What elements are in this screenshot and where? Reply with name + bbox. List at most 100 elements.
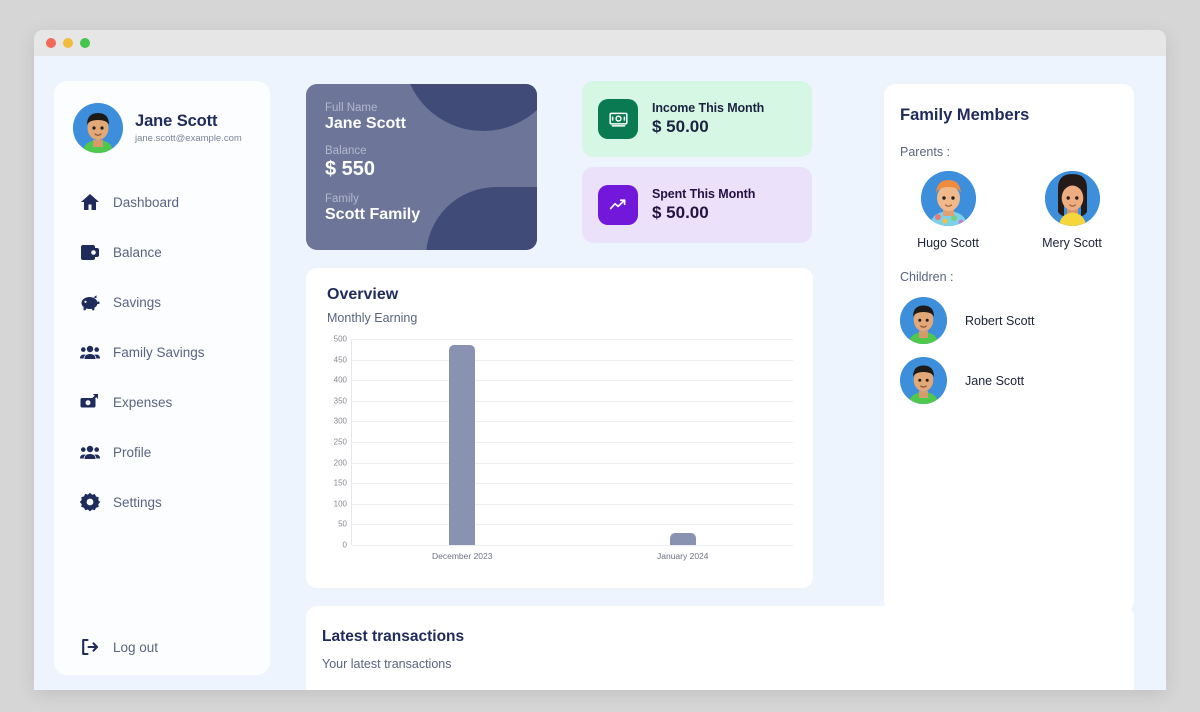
chart-bar[interactable] [669,533,696,545]
family-member[interactable]: Hugo Scott [900,171,996,250]
overview-card: Overview Monthly Earning 0 50 100 150 200 250… [306,268,813,588]
income-card: Income This Month $ 50.00 [582,81,812,157]
chart-plot-area: 0 50 100 150 200 250 300 350 400 450 500 December 2… [334,335,793,561]
family-member-name: Jane Scott [965,373,1025,388]
chart-y-tick-label: 100 [333,499,347,509]
sidebar-item-savings[interactable]: Savings [54,277,270,327]
chart-y-tick-label: 50 [338,519,347,529]
minimize-window-button[interactable] [63,38,73,48]
monthly-earning-chart: 0 50 100 150 200 250 300 350 400 450 500 December 2… [320,335,793,569]
chart-x-tick-label: December 2023 [432,551,493,561]
gear-icon [80,492,100,512]
full-name-label: Full Name [325,102,378,114]
profile-text: Jane Scott jane.scott@example.com [135,111,242,145]
sidebar-item-balance[interactable]: Balance [54,227,270,277]
avatar [73,103,123,153]
chart-y-tick-label: 250 [333,437,347,447]
chart-gridline: 350 [334,396,793,405]
chart-gridline: 50 [338,520,793,529]
family-member-name: Robert Scott [965,313,1035,328]
users-group-icon [80,442,100,462]
income-text: Income This Month $ 50.00 [652,101,764,137]
banknote-icon [598,99,638,139]
stat-cards-column: Income This Month $ 50.00 Spent This Mon… [582,81,812,243]
sidebar-item-label: Savings [113,294,162,310]
family-value: Scott Family [325,206,421,223]
balance-card: Full Name Jane Scott Balance $ 550 Famil… [306,84,537,250]
family-member[interactable]: Robert Scott [900,297,1134,344]
avatar [1044,171,1100,226]
chart-y-tick-label: 350 [333,396,347,406]
spent-title: Spent This Month [652,187,756,201]
chart-y-tick-label: 450 [333,355,347,365]
sidebar-item-profile[interactable]: Profile [54,427,270,477]
chart-gridline: 250 [334,438,793,447]
avatar [900,357,947,404]
latest-transactions-subtitle: Your latest transactions [322,657,452,671]
users-group-icon [80,342,100,362]
trending-up-icon [598,185,638,225]
sidebar-item-label: Settings [113,494,162,510]
family-member-name: Hugo Scott [917,236,979,250]
chart-x-tick-label: January 2024 [656,551,709,561]
logout-icon [80,637,100,657]
overview-title: Overview [327,286,399,303]
close-window-button[interactable] [46,38,56,48]
sidebar-item-label: Dashboard [113,194,180,210]
maximize-window-button[interactable] [80,38,90,48]
family-member[interactable]: Mery Scott [1024,171,1120,250]
chart-y-tick-label: 300 [333,416,347,426]
latest-transactions-title: Latest transactions [322,628,465,645]
balance-label: Balance [325,145,367,157]
chart-gridline: 450 [334,355,793,364]
sidebar-profile[interactable]: Jane Scott jane.scott@example.com [54,103,270,153]
logout-label: Log out [113,639,159,655]
family-members-title: Family Members [900,106,1030,124]
spent-text: Spent This Month $ 50.00 [652,187,755,223]
home-icon [80,192,100,212]
piggy-bank-icon [80,292,100,312]
window-titlebar [34,30,1166,56]
family-label: Family [325,193,359,205]
chart-gridline: 500 [334,335,793,344]
chart-gridline: 200 [334,458,793,467]
app-page: Jane Scott jane.scott@example.com Dashbo… [34,56,1166,690]
sidebar-item-family-savings[interactable]: Family Savings [54,327,270,377]
chart-gridline: 150 [334,479,793,488]
sidebar-item-label: Balance [113,244,162,260]
chart-y-tick-label: 150 [333,478,347,488]
sidebar-item-label: Expenses [113,394,173,410]
children-label: Children : [900,270,954,284]
sidebar-item-expenses[interactable]: Expenses [54,377,270,427]
income-title: Income This Month [652,101,765,115]
chart-gridline: 300 [334,417,793,426]
parents-row: Hugo Scott Mery Scott [900,171,1134,250]
chart-y-tick-label: 0 [342,540,347,550]
chart-gridline: 400 [334,376,793,385]
family-members-card: Family Members Parents : Hugo Scott Mery… [884,84,1134,612]
latest-transactions-card: Latest transactions Your latest transact… [306,606,1134,690]
chart-gridline: 0 [343,541,793,550]
family-member[interactable]: Jane Scott [900,357,1134,404]
spent-amount: $ 50.00 [652,203,709,222]
chart-y-tick-label: 200 [333,458,347,468]
chart-bar[interactable] [449,345,476,545]
chart-y-tick-label: 500 [333,334,347,344]
avatar [900,297,947,344]
income-amount: $ 50.00 [652,117,709,136]
family-member-name: Mery Scott [1042,236,1102,250]
sidebar-item-label: Family Savings [113,344,205,360]
sidebar-item-label: Profile [113,444,152,460]
full-name-value: Jane Scott [325,115,406,132]
browser-window: Jane Scott jane.scott@example.com Dashbo… [34,30,1166,690]
chart-y-tick-label: 400 [333,375,347,385]
chart-gridline: 100 [334,499,793,508]
balance-value: $ 550 [325,158,376,180]
spent-card: Spent This Month $ 50.00 [582,167,812,243]
wallet-icon [80,242,100,262]
sidebar-item-settings[interactable]: Settings [54,477,270,527]
profile-name: Jane Scott [135,112,218,131]
sidebar-item-dashboard[interactable]: Dashboard [54,177,270,227]
overview-subtitle: Monthly Earning [327,311,418,325]
logout-button[interactable]: Log out [54,637,158,657]
